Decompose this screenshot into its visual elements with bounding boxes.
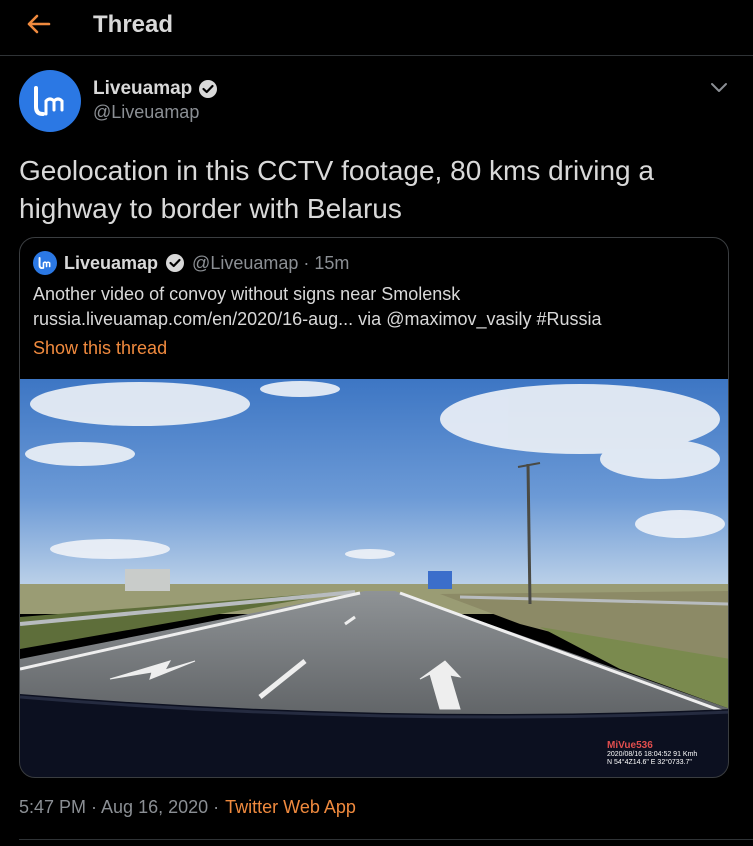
quoted-handle-time: @Liveuamap · 15m	[192, 252, 350, 273]
truck	[125, 569, 170, 591]
quoted-display-name: Liveuamap	[64, 252, 159, 273]
show-thread-link[interactable]: Show this thread	[33, 338, 167, 359]
liveuamap-logo	[38, 256, 51, 270]
author-handle[interactable]: @Liveuamap	[93, 102, 199, 123]
thread-header: Thread	[0, 0, 753, 56]
back-button[interactable]	[24, 9, 54, 39]
arrow-left-icon	[27, 14, 51, 34]
author-name[interactable]: Liveuamap	[93, 78, 218, 100]
liveuamap-logo	[34, 86, 64, 116]
quoted-avatar	[33, 251, 57, 275]
quoted-tweet[interactable]: Liveuamap @Liveuamap · 15m Another video…	[19, 237, 729, 778]
avatar[interactable]	[19, 70, 81, 132]
road-sign	[428, 571, 452, 589]
page-title: Thread	[93, 11, 174, 38]
tweet-text: Geolocation in this CCTV footage, 80 kms…	[19, 155, 654, 224]
more-options-button[interactable]	[708, 76, 730, 98]
quoted-text-line-2: russia.liveuamap.com/en/2020/16-aug... v…	[33, 309, 602, 329]
source-app-link[interactable]: Twitter Web App	[225, 797, 356, 818]
video-player[interactable]: MiVue536 2020/08/16 18:04:52 91 Kmh N 54…	[20, 379, 729, 778]
verified-badge-icon	[166, 254, 185, 272]
verified-badge-icon	[199, 80, 218, 98]
quoted-text-line-1: Another video of convoy without signs ne…	[33, 284, 461, 304]
divider	[19, 839, 753, 840]
dashcam-datetime: 2020/08/16 18:04:52 91 Kmh	[607, 751, 697, 758]
tweet-timestamp[interactable]: 5:47 PM · Aug 16, 2020 ·	[19, 797, 219, 818]
dashcam-coords: N 54°4Z14.6" E 32°0733.7"	[607, 758, 692, 766]
tweet-meta: 5:47 PM · Aug 16, 2020 · Twitter Web App	[19, 797, 356, 818]
utility-pole	[526, 463, 532, 605]
author-display-name: Liveuamap	[93, 78, 193, 99]
quoted-tweet-header: Liveuamap @Liveuamap · 15m	[33, 251, 349, 275]
dashcam-brand: MiVue536	[607, 740, 653, 751]
chevron-down-icon	[711, 83, 727, 92]
